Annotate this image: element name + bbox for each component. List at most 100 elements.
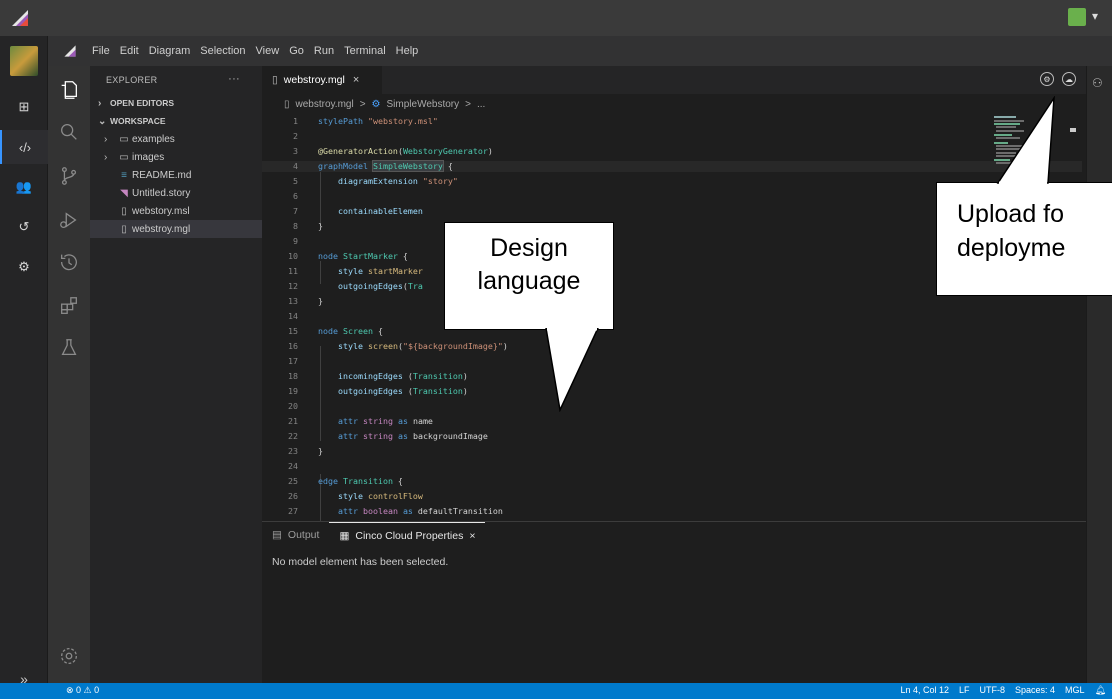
code-line[interactable]: 23} bbox=[262, 446, 1082, 457]
close-tab-icon[interactable]: × bbox=[353, 74, 359, 86]
source-control-icon[interactable] bbox=[48, 156, 90, 196]
settings-gears-icon[interactable]: ⚙ bbox=[0, 250, 48, 284]
tree-item-images[interactable]: › ▭ images bbox=[90, 148, 262, 166]
chevron-down-icon[interactable]: ▾ bbox=[1092, 9, 1098, 23]
menu-view[interactable]: View bbox=[256, 45, 280, 57]
notifications-bell-icon[interactable]: 🔔︎ bbox=[1095, 685, 1106, 696]
line-ending[interactable]: LF bbox=[959, 685, 970, 696]
team-icon[interactable]: 👥 bbox=[0, 170, 48, 204]
dashboard-icon[interactable]: ⊞ bbox=[0, 90, 48, 124]
project-thumbnail[interactable] bbox=[10, 46, 38, 76]
code-line[interactable]: 17 bbox=[262, 356, 1082, 367]
workspace-section[interactable]: ⌄ WORKSPACE bbox=[90, 112, 262, 130]
explorer-files-icon[interactable] bbox=[48, 70, 90, 110]
encoding[interactable]: UTF-8 bbox=[980, 685, 1006, 696]
code-editor[interactable]: 1 stylePath "webstory.msl" 2 3 @GeneratorAct… bbox=[262, 114, 1086, 521]
app-logo-icon bbox=[12, 10, 28, 26]
breadcrumb-symbol[interactable]: SimpleWebstory bbox=[387, 99, 460, 110]
code-text: node StartMarker { bbox=[318, 251, 408, 261]
open-editors-label: OPEN EDITORS bbox=[110, 98, 175, 108]
code-line[interactable]: 2 bbox=[262, 131, 1082, 142]
line-number: 19 bbox=[288, 386, 298, 396]
cursor-position[interactable]: Ln 4, Col 12 bbox=[900, 685, 949, 696]
code-text: outgoingEdges(Tra bbox=[337, 281, 423, 291]
code-line[interactable]: 27 attr boolean as defaultTransition bbox=[262, 506, 1082, 517]
tree-item-readme[interactable]: ≡ README.md bbox=[90, 166, 262, 184]
code-line[interactable]: 15 node Screen { bbox=[262, 326, 1082, 337]
menu-go[interactable]: Go bbox=[289, 45, 304, 57]
tree-item-webstroy-mgl[interactable]: ▯ webstroy.mgl bbox=[90, 220, 262, 238]
code-line[interactable]: 19 outgoingEdges (Transition) bbox=[262, 386, 1082, 397]
menu-file[interactable]: File bbox=[92, 45, 110, 57]
code-line[interactable]: 24 bbox=[262, 461, 1082, 472]
code-line[interactable]: 1 stylePath "webstory.msl" bbox=[262, 116, 1082, 127]
tab-output[interactable]: ▤ Output bbox=[262, 522, 329, 548]
tab-cinco-cloud-properties[interactable]: ▦ Cinco Cloud Properties × bbox=[329, 522, 486, 548]
menu-diagram[interactable]: Diagram bbox=[149, 45, 191, 57]
history-icon[interactable]: ↺ bbox=[0, 210, 48, 244]
tree-item-label: webstroy.mgl bbox=[132, 223, 191, 235]
extensions-icon[interactable] bbox=[48, 286, 90, 326]
code-text: graphModel SimpleWebstory { bbox=[318, 160, 453, 172]
ide-logo-icon bbox=[48, 44, 92, 58]
callout-design-line2: language bbox=[477, 267, 581, 295]
code-line[interactable]: 25 edge Transition { bbox=[262, 476, 1082, 487]
cloud-upload-icon[interactable]: ☁ bbox=[1062, 72, 1076, 86]
tab-webstroy-mgl[interactable]: ▯ webstroy.mgl × bbox=[262, 66, 382, 94]
code-text: edge Transition { bbox=[318, 476, 403, 486]
code-line[interactable]: 26 style controlFlow bbox=[262, 491, 1082, 502]
code-line[interactable]: 14 bbox=[262, 311, 1082, 322]
code-line[interactable]: 13} bbox=[262, 296, 1082, 307]
line-number: 4 bbox=[293, 161, 298, 171]
more-actions-icon[interactable]: ··· bbox=[228, 73, 240, 85]
breadcrumb-file[interactable]: webstroy.mgl bbox=[296, 99, 354, 110]
file-icon: ▯ bbox=[121, 205, 127, 217]
tree-item-label: webstory.msl bbox=[132, 205, 190, 217]
tree-item-label: Untitled.story bbox=[132, 187, 191, 199]
code-line[interactable]: 3 @GeneratorAction(WebstoryGenerator) bbox=[262, 146, 1082, 157]
timeline-icon[interactable] bbox=[48, 242, 90, 282]
line-number: 22 bbox=[288, 431, 298, 441]
diagram-nodes-icon[interactable]: ⚇ bbox=[1092, 76, 1103, 90]
tree-item-untitled-story[interactable]: ◥ Untitled.story bbox=[90, 184, 262, 202]
tree-item-webstory-msl[interactable]: ▯ webstory.msl bbox=[90, 202, 262, 220]
activity-bar bbox=[48, 66, 90, 683]
code-line[interactable]: 21 attr string as name bbox=[262, 416, 1082, 427]
code-line[interactable]: 20 bbox=[262, 401, 1082, 412]
status-bar: ⊗ 0 ⚠ 0 Ln 4, Col 12 LF UTF-8 Spaces: 4 … bbox=[0, 683, 1112, 699]
menu-terminal[interactable]: Terminal bbox=[344, 45, 386, 57]
code-text: node Screen { bbox=[318, 326, 383, 336]
code-text: @GeneratorAction(WebstoryGenerator) bbox=[318, 146, 493, 156]
code-line[interactable]: 16 style screen("${backgroundImage}") bbox=[262, 341, 1082, 352]
tree-item-label: images bbox=[132, 151, 165, 163]
open-editors-section[interactable]: › OPEN EDITORS bbox=[90, 94, 262, 112]
settings-icon[interactable]: ⚙ bbox=[1040, 72, 1054, 86]
language-mode[interactable]: MGL bbox=[1065, 685, 1085, 696]
search-icon[interactable] bbox=[48, 112, 90, 152]
close-panel-tab-icon[interactable]: × bbox=[469, 530, 475, 542]
code-line[interactable]: 4 graphModel SimpleWebstory { bbox=[262, 160, 1082, 172]
code-text: diagramExtension "story" bbox=[337, 176, 458, 186]
code-line[interactable]: 18 incomingEdges (Transition) bbox=[262, 371, 1082, 382]
run-debug-icon[interactable] bbox=[48, 200, 90, 240]
code-text: attr string as backgroundImage bbox=[337, 431, 488, 441]
tree-item-examples[interactable]: › ▭ examples bbox=[90, 130, 262, 148]
testing-flask-icon[interactable] bbox=[48, 328, 90, 368]
line-number: 12 bbox=[288, 281, 298, 291]
menu-selection[interactable]: Selection bbox=[200, 45, 245, 57]
breadcrumb-more[interactable]: ... bbox=[477, 99, 485, 110]
tab-label: webstroy.mgl bbox=[283, 74, 345, 86]
tab-properties-label: Cinco Cloud Properties bbox=[355, 529, 464, 542]
menu-help[interactable]: Help bbox=[396, 45, 419, 57]
manage-gear-icon[interactable] bbox=[48, 636, 90, 676]
line-number: 8 bbox=[293, 221, 298, 231]
line-number: 5 bbox=[293, 176, 298, 186]
menu-edit[interactable]: Edit bbox=[120, 45, 139, 57]
code-line[interactable]: 22 attr string as backgroundImage bbox=[262, 431, 1082, 442]
folder-icon: ▭ bbox=[119, 133, 129, 145]
indentation[interactable]: Spaces: 4 bbox=[1015, 685, 1055, 696]
menu-run[interactable]: Run bbox=[314, 45, 334, 57]
user-avatar[interactable] bbox=[1068, 8, 1086, 26]
problems-status[interactable]: ⊗ 0 ⚠ 0 bbox=[66, 685, 99, 696]
code-editor-icon[interactable]: ‹/› bbox=[0, 130, 48, 164]
